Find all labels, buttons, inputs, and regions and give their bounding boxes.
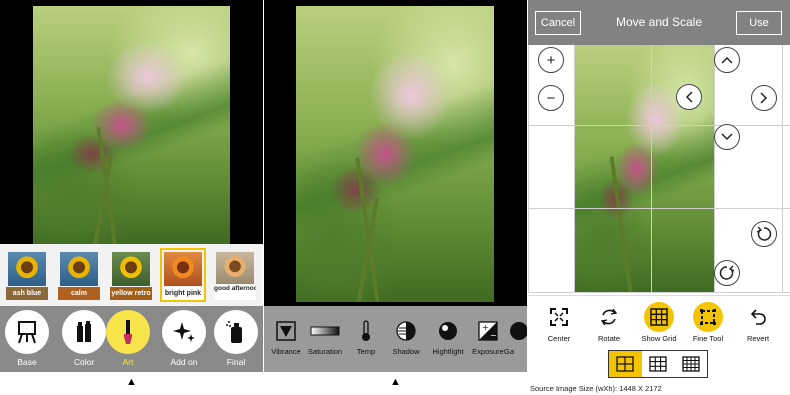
tool-fine-tool[interactable]: Fine Tool (683, 302, 733, 343)
move-right-button[interactable] (751, 85, 777, 111)
brush-icon (106, 310, 150, 354)
tool-final[interactable]: Final (211, 310, 261, 367)
tool-gamma[interactable]: Ga (504, 320, 527, 356)
adjustment-toolbar: Vibrance Saturation Temp Shadow Hightlig… (264, 306, 527, 372)
grid-2x2-icon (616, 356, 634, 372)
filter-thumbnail (8, 252, 46, 286)
zoom-out-button[interactable]: − (538, 85, 564, 111)
chevron-up-icon (721, 56, 733, 64)
chevron-right-icon (760, 92, 768, 104)
move-down-button[interactable] (714, 124, 740, 150)
art-editor-panel: ash blue calm yellow retro bright pink g… (0, 0, 263, 395)
sparkle-icon (162, 310, 206, 354)
grid-4x4-icon (682, 356, 700, 372)
adjust-panel: Vibrance Saturation Temp Shadow Hightlig… (264, 0, 527, 395)
grid-icon (644, 302, 674, 332)
move-up-button[interactable] (714, 47, 740, 73)
paint-tubes-icon (62, 310, 106, 354)
center-icon (544, 302, 574, 332)
filter-thumbnail (216, 252, 254, 284)
filter-thumbnail (164, 252, 202, 286)
filter-label: yellow retro (110, 287, 152, 300)
tool-label: Base (17, 357, 37, 367)
source-image-size: Source Image Size (wXh): 1448 X 2172 (530, 384, 662, 393)
crop-canvas[interactable]: + − (528, 45, 790, 293)
use-button[interactable]: Use (736, 11, 782, 35)
tool-label: Color (73, 357, 95, 367)
revert-icon (743, 302, 773, 332)
tool-label: Art (122, 357, 134, 367)
svg-text:−: − (490, 331, 497, 340)
photo-preview (33, 6, 230, 244)
filter-ash-blue[interactable]: ash blue (4, 248, 50, 302)
filter-calm[interactable]: calm (56, 248, 102, 302)
photo-preview (296, 6, 494, 302)
grid-option-3x3[interactable] (642, 351, 675, 377)
move-and-scale-panel: Cancel Move and Scale Use + − Center Rot… (528, 0, 790, 395)
spray-can-icon (214, 310, 258, 354)
rotate-cw-icon (719, 265, 735, 280)
filter-label: calm (58, 287, 100, 300)
zoom-in-button[interactable]: + (538, 47, 564, 73)
tool-label: Center (547, 334, 571, 343)
grid-size-selector (608, 350, 708, 378)
tool-art[interactable]: Art (103, 310, 153, 367)
svg-text:+: + (482, 323, 489, 332)
filter-thumbnail (112, 252, 150, 286)
move-left-button[interactable] (676, 84, 702, 110)
filter-bright-pink[interactable]: bright pink (160, 248, 206, 302)
rotate-left-button[interactable] (751, 221, 777, 247)
filter-label: ash blue (6, 287, 48, 300)
tool-label: Show Grid (641, 334, 677, 343)
grid-option-4x4[interactable] (674, 351, 707, 377)
active-tool-indicator: ▲ (126, 376, 137, 388)
easel-icon (5, 310, 49, 354)
tool-label: Add on (170, 357, 198, 367)
active-tool-indicator: ▲ (390, 376, 401, 388)
tool-rotate[interactable]: Rotate (584, 302, 634, 343)
filter-label: good afternoon (214, 285, 256, 300)
transform-toolbar: Center Rotate Show Grid Fine Tool Revert (528, 295, 790, 347)
art-toolbar: Base Color Art Add on Final (0, 306, 263, 372)
chevron-left-icon (685, 91, 693, 103)
chevron-down-icon (721, 133, 733, 141)
tool-label: Fine Tool (692, 334, 724, 343)
tool-add-on[interactable]: Add on (159, 310, 209, 367)
tool-center[interactable]: Center (534, 302, 584, 343)
tool-label: Rotate (597, 334, 621, 343)
tool-base[interactable]: Base (2, 310, 52, 367)
grid-3x3-icon (649, 356, 667, 372)
photo-preview[interactable] (574, 45, 714, 293)
tool-color[interactable]: Color (59, 310, 109, 367)
tool-revert[interactable]: Revert (733, 302, 783, 343)
filter-label: bright pink (162, 287, 204, 300)
rotate-ccw-icon (756, 226, 772, 241)
filter-strip: ash blue calm yellow retro bright pink g… (0, 244, 263, 306)
filter-good-afternoon[interactable]: good afternoon (212, 248, 258, 302)
fine-tool-icon (693, 302, 723, 332)
gamma-icon (504, 320, 527, 342)
tool-label: Ga (504, 347, 515, 356)
tool-show-grid[interactable]: Show Grid (634, 302, 684, 343)
grid-option-2x2[interactable] (609, 351, 642, 377)
rotate-icon (594, 302, 624, 332)
tool-label: Final (226, 357, 246, 367)
filter-thumbnail (60, 252, 98, 286)
header-bar: Cancel Move and Scale Use (528, 0, 790, 45)
tool-label: Revert (746, 334, 770, 343)
filter-yellow-retro[interactable]: yellow retro (108, 248, 154, 302)
rotate-right-button[interactable] (714, 260, 740, 286)
